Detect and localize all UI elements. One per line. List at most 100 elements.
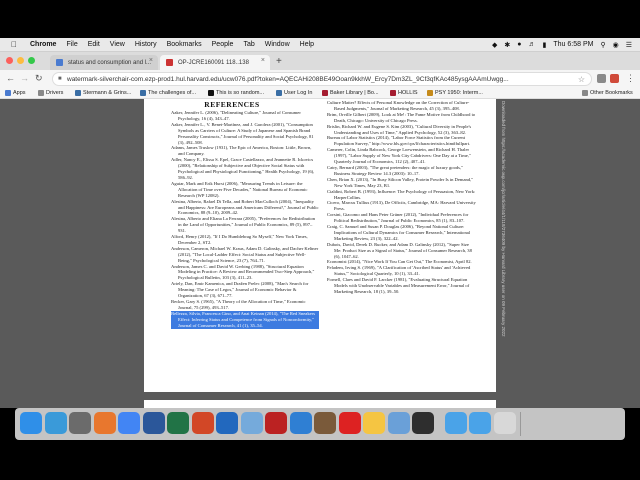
bookmark-label: Drivers: [46, 90, 64, 96]
close-tab-icon[interactable]: ×: [149, 57, 153, 64]
reference-entry: Cialdini, Robert B. (1993), Influence: T…: [327, 188, 476, 200]
page-icon: [208, 90, 214, 96]
volume-icon[interactable]: ♬: [529, 41, 536, 48]
wifi-icon[interactable]: ●: [517, 41, 521, 48]
back-icon[interactable]: ←: [6, 73, 15, 83]
bookmark-drivers[interactable]: Drivers: [38, 90, 63, 96]
menu-bookmarks[interactable]: Bookmarks: [167, 41, 202, 48]
menu-tab[interactable]: Tab: [243, 41, 254, 48]
bookmark-random[interactable]: This is so random...: [208, 90, 264, 96]
scrivener-icon[interactable]: [314, 412, 336, 434]
reload-icon[interactable]: ↻: [35, 73, 43, 84]
reference-entry: Brim, Orville Gilbert (2009), Look at Me…: [327, 111, 476, 123]
chrome-icon[interactable]: [118, 412, 140, 434]
finder-icon[interactable]: [20, 412, 42, 434]
safari-icon[interactable]: [44, 412, 67, 434]
page-icon: [427, 90, 433, 96]
chess-icon[interactable]: [69, 412, 91, 434]
menu-clock[interactable]: Thu 6:58 PM: [553, 41, 593, 48]
menu-people[interactable]: People: [212, 41, 234, 48]
reference-entry: Feladem, Irving S. (1969), "A Clarificat…: [327, 265, 471, 277]
reference-entry: Adler, Nancy E., Elissa S. Epel, Grace C…: [171, 157, 315, 180]
chrome-menu-icon[interactable]: ⋮: [626, 73, 635, 84]
pdf-viewer[interactable]: REFERENCES Aaker, Jennifer L. (2006), "D…: [0, 99, 640, 408]
notification-icon[interactable]: ☰: [626, 41, 632, 49]
reference-entry: Chen, Brian X. (2013), "In Busy Silicon …: [327, 176, 474, 188]
mail-icon[interactable]: [289, 412, 312, 434]
quicktime-icon[interactable]: [412, 412, 434, 434]
folder-icon: [38, 90, 44, 96]
bookmark-hollis[interactable]: HOLLIS: [390, 90, 418, 96]
downloads-icon[interactable]: [469, 412, 491, 434]
reference-entry: Anderson, Cameron, Michael W. Kraus, Ada…: [171, 245, 319, 263]
menu-edit[interactable]: Edit: [88, 41, 100, 48]
extension-icon[interactable]: [610, 74, 619, 83]
excel-icon[interactable]: [167, 412, 189, 434]
menu-window[interactable]: Window: [265, 41, 290, 48]
page-icon: [322, 90, 328, 96]
close-window-icon[interactable]: [6, 57, 13, 64]
reference-entry: Anderson, James C. and David W. Gerbing …: [171, 263, 315, 281]
bookmark-psy[interactable]: PSY 1950: Interm...: [427, 90, 483, 96]
forward-icon[interactable]: →: [20, 73, 29, 83]
browser-toolbar: ← → ↻ ■ watermark-silverchair-com.ezp-pr…: [0, 70, 640, 88]
maximize-window-icon[interactable]: [28, 57, 35, 64]
reference-entry: Aaker, Jennifer L. (2006), "Delineating …: [171, 110, 301, 121]
search-icon[interactable]: ⚲: [600, 41, 605, 49]
lock-icon[interactable]: ■: [58, 76, 62, 82]
menu-view[interactable]: View: [110, 41, 125, 48]
apple-icon[interactable]: : [9, 40, 19, 49]
address-bar[interactable]: ■ watermark-silverchair-com.ezp-prod1.hu…: [52, 72, 592, 86]
siri-icon[interactable]: ◉: [613, 41, 619, 49]
dock: [15, 408, 625, 440]
reference-entry: Fornell, Claes and David F. Larcker (198…: [327, 277, 470, 294]
bookmark-user-login[interactable]: User Log In: [276, 90, 312, 96]
left-column: Aaker, Jennifer L. (2006), "Delineating …: [171, 110, 319, 329]
tab-favicon-icon: [56, 59, 63, 66]
rstudio-icon[interactable]: [240, 412, 263, 434]
bluetooth-icon[interactable]: ✱: [504, 41, 510, 49]
bookmark-challenges[interactable]: The challenges of...: [140, 90, 196, 96]
close-tab-icon[interactable]: ×: [261, 57, 265, 64]
dropbox-icon[interactable]: ◆: [492, 41, 497, 49]
bookmark-label: PSY 1950: Interm...: [435, 90, 483, 96]
tab-pdf[interactable]: OP-JCRE160091 118..138 ×: [160, 55, 270, 70]
bookmark-label: Other Bookmarks: [590, 90, 633, 96]
menu-file[interactable]: File: [66, 41, 77, 48]
battery-icon[interactable]: ▮: [543, 41, 547, 49]
minimize-window-icon[interactable]: [17, 57, 24, 64]
bookmark-apps[interactable]: Apps: [5, 90, 26, 96]
page-icon: [390, 90, 396, 96]
preview-icon[interactable]: [387, 412, 410, 434]
pdf-page: REFERENCES Aaker, Jennifer L. (2006), "D…: [144, 99, 496, 392]
folder-icon[interactable]: [444, 412, 467, 434]
bookmarks-bar: Apps Drivers Stermann & Grins... The cha…: [0, 88, 640, 99]
reference-entry: Aguiar, Mark and Erik Hurst (2006), "Mea…: [171, 180, 308, 198]
firefox-icon[interactable]: [93, 412, 116, 434]
menu-history[interactable]: History: [135, 41, 157, 48]
watermark-text: Downloaded from https://academic.oup.com…: [501, 101, 506, 337]
trash-icon[interactable]: [493, 412, 516, 434]
window-controls: [6, 57, 35, 64]
notes-icon[interactable]: [363, 412, 385, 434]
powerpoint-icon[interactable]: [191, 412, 214, 434]
menu-app-name[interactable]: Chrome: [30, 41, 56, 48]
extension-icon[interactable]: [597, 74, 606, 83]
spss-icon[interactable]: [265, 412, 287, 434]
bookmark-other[interactable]: Other Bookmarks: [582, 90, 633, 96]
menu-help[interactable]: Help: [300, 41, 314, 48]
bookmark-label: HOLLIS: [398, 90, 418, 96]
page-icon: [140, 90, 146, 96]
bookmark-stermann[interactable]: Stermann & Grins...: [75, 90, 131, 96]
bookmark-star-icon[interactable]: ☆: [578, 75, 585, 84]
acrobat-icon[interactable]: [338, 412, 361, 434]
new-tab-icon[interactable]: +: [276, 56, 282, 67]
word-icon[interactable]: [142, 412, 165, 434]
bookmark-baker[interactable]: Baker Library | Bo...: [322, 90, 379, 96]
dock-separator: [520, 412, 521, 436]
page-icon: [276, 90, 282, 96]
r-icon[interactable]: [216, 412, 238, 434]
tab-status-consumption[interactable]: status and consumption and l... ×: [50, 55, 158, 70]
reference-entry: Alford, Henry (2012), "If I Do Humblebra…: [171, 234, 308, 245]
references-heading: REFERENCES: [204, 100, 260, 109]
